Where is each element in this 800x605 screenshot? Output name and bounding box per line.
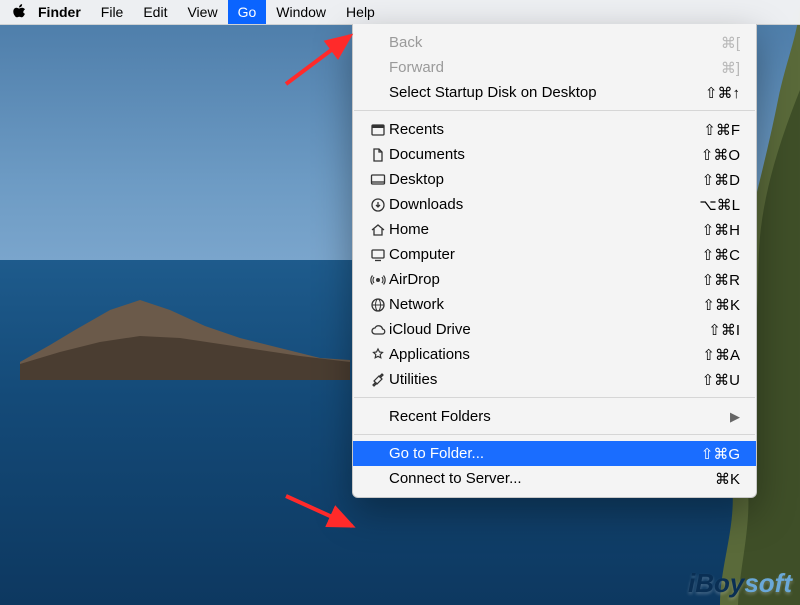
applications-icon (367, 347, 389, 363)
menu-item-label: Documents (389, 146, 680, 163)
menu-item-shortcut: ⇧⌘H (680, 221, 740, 239)
wallpaper-island (20, 300, 350, 380)
menu-item-label: Utilities (389, 371, 680, 388)
menu-item-shortcut: ⇧⌘G (680, 445, 740, 463)
menu-item-network[interactable]: Network ⇧⌘K (353, 292, 756, 317)
menu-item-shortcut: ⌘K (680, 470, 740, 488)
apple-menu[interactable] (10, 4, 28, 20)
menu-item-label: Recents (389, 121, 680, 138)
menu-item-utilities[interactable]: Utilities ⇧⌘U (353, 367, 756, 392)
menu-item-label: Recent Folders (389, 408, 730, 425)
watermark-boy: Boy (695, 568, 744, 598)
menubar-item-file[interactable]: File (91, 0, 134, 24)
downloads-icon (367, 197, 389, 213)
desktop-icon (367, 172, 389, 188)
menu-item-label: Go to Folder... (389, 445, 680, 462)
menu-separator (354, 110, 755, 112)
menu-item-label: Home (389, 221, 680, 238)
recents-icon (367, 122, 389, 138)
menu-item-shortcut: ⇧⌘R (680, 271, 740, 289)
menu-item-label: Back (389, 34, 680, 51)
menubar: Finder File Edit View Go Window Help (0, 0, 800, 25)
watermark-soft: soft (744, 568, 792, 598)
menu-item-shortcut: ⇧⌘F (680, 121, 740, 139)
menu-item-shortcut: ⇧⌘K (680, 296, 740, 314)
menu-item-shortcut: ⇧⌘↑ (680, 84, 740, 102)
menu-item-label: Desktop (389, 171, 680, 188)
menu-item-label: iCloud Drive (389, 321, 680, 338)
menu-item-shortcut: ⇧⌘A (680, 346, 740, 364)
menu-separator (354, 397, 755, 399)
menu-item-label: Computer (389, 246, 680, 263)
menubar-item-finder[interactable]: Finder (28, 0, 91, 24)
menubar-item-edit[interactable]: Edit (133, 0, 177, 24)
documents-icon (367, 147, 389, 163)
menu-item-shortcut: ⇧⌘O (680, 146, 740, 164)
menu-item-select-startup-disk[interactable]: Select Startup Disk on Desktop ⇧⌘↑ (353, 80, 756, 105)
watermark: iBoysoft (688, 568, 792, 599)
menubar-item-help[interactable]: Help (336, 0, 385, 24)
desktop-wallpaper: Finder File Edit View Go Window Help Bac… (0, 0, 800, 605)
menu-item-label: Network (389, 296, 680, 313)
menu-item-label: Connect to Server... (389, 470, 680, 487)
menu-separator (354, 434, 755, 436)
menu-item-airdrop[interactable]: AirDrop ⇧⌘R (353, 267, 756, 292)
menu-item-label: AirDrop (389, 271, 680, 288)
submenu-arrow-icon: ▶ (730, 409, 740, 425)
menu-item-applications[interactable]: Applications ⇧⌘A (353, 342, 756, 367)
home-icon (367, 222, 389, 238)
menu-item-downloads[interactable]: Downloads ⌥⌘L (353, 192, 756, 217)
menu-item-connect-to-server[interactable]: Connect to Server... ⌘K (353, 466, 756, 491)
menu-item-go-to-folder[interactable]: Go to Folder... ⇧⌘G (353, 441, 756, 466)
utilities-icon (367, 372, 389, 388)
menu-item-label: Select Startup Disk on Desktop (389, 84, 680, 101)
go-menu: Back ⌘[ Forward ⌘] Select Startup Disk o… (352, 24, 757, 498)
menu-item-shortcut: ⇧⌘U (680, 371, 740, 389)
menubar-item-go[interactable]: Go (228, 0, 267, 24)
menu-item-shortcut: ⌘[ (680, 34, 740, 52)
menu-item-shortcut: ⌘] (680, 59, 740, 77)
menu-item-recent-folders[interactable]: Recent Folders ▶ (353, 404, 756, 429)
airdrop-icon (367, 272, 389, 288)
menu-item-documents[interactable]: Documents ⇧⌘O (353, 142, 756, 167)
menu-item-back[interactable]: Back ⌘[ (353, 30, 756, 55)
icloud-icon (367, 322, 389, 338)
menu-item-computer[interactable]: Computer ⇧⌘C (353, 242, 756, 267)
network-icon (367, 297, 389, 313)
menu-item-forward[interactable]: Forward ⌘] (353, 55, 756, 80)
menu-item-shortcut: ⌥⌘L (680, 196, 740, 214)
menu-item-shortcut: ⇧⌘I (680, 321, 740, 339)
menu-item-label: Downloads (389, 196, 680, 213)
menu-item-shortcut: ⇧⌘C (680, 246, 740, 264)
menu-item-label: Forward (389, 59, 680, 76)
menu-item-label: Applications (389, 346, 680, 363)
menubar-item-window[interactable]: Window (266, 0, 336, 24)
menu-item-shortcut: ⇧⌘D (680, 171, 740, 189)
apple-logo-icon (12, 4, 26, 20)
menu-item-desktop[interactable]: Desktop ⇧⌘D (353, 167, 756, 192)
menu-item-icloud-drive[interactable]: iCloud Drive ⇧⌘I (353, 317, 756, 342)
menubar-item-view[interactable]: View (177, 0, 227, 24)
menu-item-recents[interactable]: Recents ⇧⌘F (353, 117, 756, 142)
computer-icon (367, 247, 389, 263)
menu-item-home[interactable]: Home ⇧⌘H (353, 217, 756, 242)
